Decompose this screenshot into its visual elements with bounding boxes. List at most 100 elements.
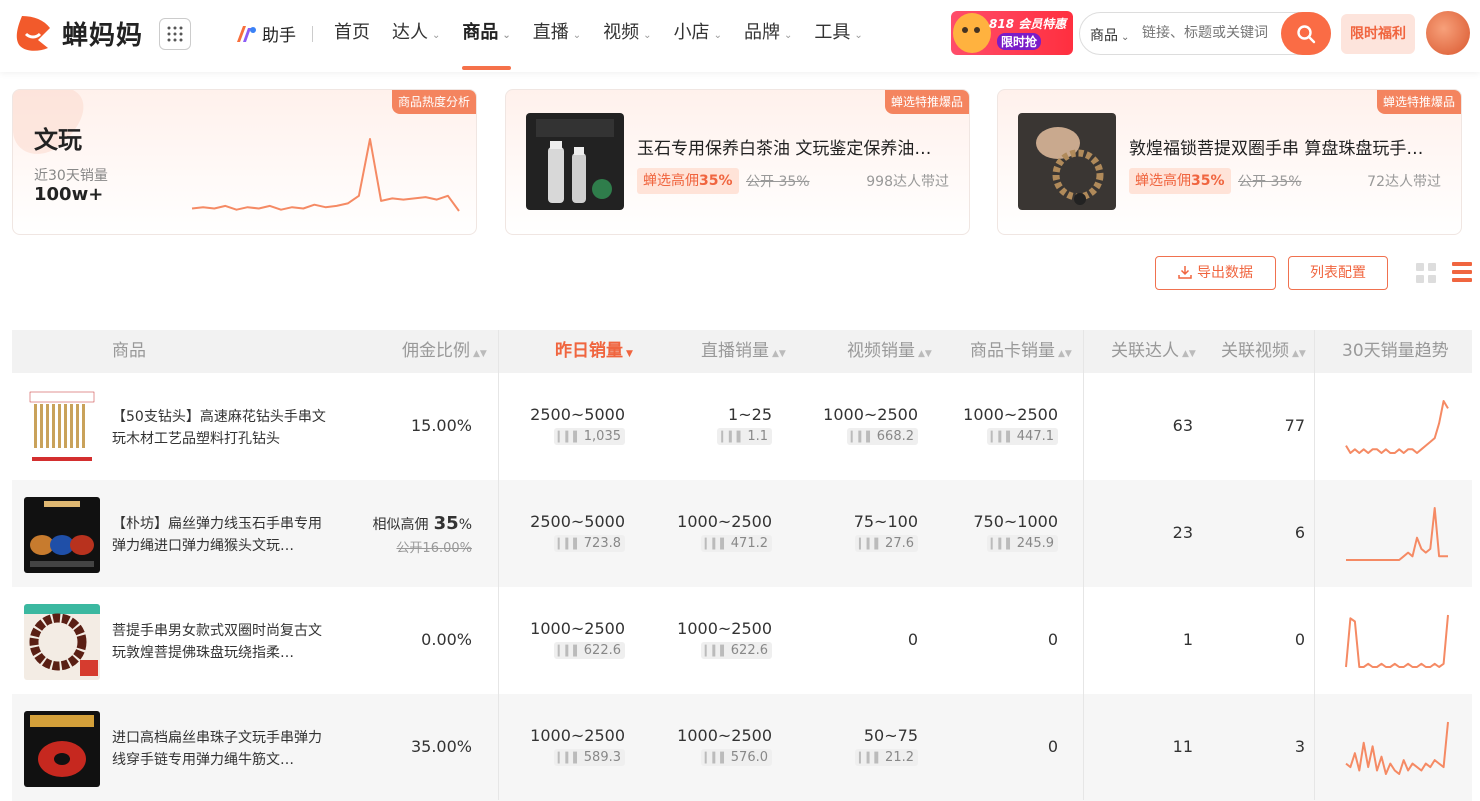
yesterday-sales: 2500~5000	[530, 512, 625, 531]
bar-chart-icon: ▎▍▌	[858, 753, 883, 764]
search-scope-select[interactable]: 商品 ⌄	[1090, 25, 1129, 45]
assistant-link[interactable]: 助手	[234, 21, 313, 46]
nav-influencers[interactable]: 达人 ⌄	[392, 0, 440, 72]
product-thumbnail	[24, 390, 100, 466]
product-thumbnail	[24, 497, 100, 573]
similar-commission-value: 35	[433, 513, 459, 534]
export-data-button[interactable]: 导出数据	[1155, 256, 1276, 290]
related-videos[interactable]: 3	[1295, 737, 1305, 756]
bar-chart-icon: ▎▍▌	[557, 432, 581, 443]
column-divider	[1083, 330, 1084, 800]
user-avatar[interactable]	[1426, 11, 1470, 55]
bodhi-beads-image-icon	[24, 604, 100, 680]
product-name[interactable]: 菩提手串男女款式双圈时尚复古文玩敦煌菩提佛珠盘玩绕指柔…	[112, 620, 330, 664]
col-yesterday-sales[interactable]: 昨日销量 ▼	[555, 330, 633, 373]
search-input[interactable]	[1142, 25, 1282, 41]
related-videos[interactable]: 0	[1295, 630, 1305, 649]
chevron-down-icon: ⌄	[1121, 32, 1130, 43]
nav-tools[interactable]: 工具 ⌄	[814, 0, 862, 72]
logo-mark-icon	[16, 16, 51, 51]
sort-icon: ▲▼	[1292, 349, 1306, 359]
live-sales: 1000~2500	[677, 619, 772, 638]
col-related-kols[interactable]: 关联达人 ▲▼	[1111, 330, 1196, 373]
col-video-sales[interactable]: 视频销量 ▲▼	[847, 330, 932, 373]
related-videos[interactable]: 77	[1285, 416, 1305, 435]
table-row[interactable]: 菩提手串男女款式双圈时尚复古文玩敦煌菩提佛珠盘玩绕指柔… 0.00% 1000~…	[12, 587, 1472, 694]
video-sales-avg-value: 668.2	[876, 429, 914, 444]
col-product: 商品	[112, 341, 146, 361]
bar-chart-icon: ▎▍▌	[704, 753, 728, 764]
product-title[interactable]: 玉石专用保养白茶油 文玩鉴定保养油…	[637, 134, 942, 159]
sort-icon: ▲▼	[918, 349, 932, 359]
card-sales-avg-value: 245.9	[1016, 536, 1054, 551]
grid-view-icon[interactable]	[1416, 263, 1436, 283]
card-sales-avg: ▎▍▌ 245.9	[986, 535, 1058, 552]
commission-rate: 相似高佣 35%	[373, 513, 472, 534]
product-name[interactable]: 【朴坊】扁丝弹力线玉石手串专用弹力绳进口弹力绳猴头文玩…	[112, 513, 330, 557]
limited-offer-button[interactable]: 限时福利	[1341, 14, 1415, 54]
col-commission[interactable]: 佣金比例 ▲▼	[402, 330, 487, 373]
product-name[interactable]: 【50支钻头】高速麻花钻头手串文玩木材工艺品塑料打孔钻头	[112, 406, 330, 450]
yesterday-sales-avg-value: 589.3	[583, 750, 621, 765]
table-row[interactable]: 进口高档扁丝串珠子文玩手串弹力线穿手链专用弹力绳牛筋文… 35.00% 1000…	[12, 694, 1472, 801]
nav-shops-label: 小店	[673, 22, 710, 43]
featured-product-card-2[interactable]: 蝉选特推爆品 敦煌福锁菩提双圈手串 算盘珠盘玩手… 蝉选高佣35% 公开 35%…	[997, 89, 1462, 235]
search-button[interactable]	[1281, 12, 1331, 55]
related-kols[interactable]: 63	[1173, 416, 1193, 435]
nav-shops[interactable]: 小店 ⌄	[674, 0, 722, 72]
related-kols[interactable]: 1	[1183, 630, 1193, 649]
card-sales: 1000~2500	[963, 405, 1058, 424]
related-kols[interactable]: 11	[1173, 737, 1193, 756]
featured-product-card-1[interactable]: 蝉选特推爆品 玉石专用保养白茶油 文玩鉴定保养油… 蝉选高佣35% 公开 35%…	[505, 89, 970, 235]
col-commission-label: 佣金比例	[402, 341, 470, 361]
nav-home[interactable]: 首页	[334, 0, 370, 72]
col-video-sales-label: 视频销量	[847, 341, 915, 361]
product-name[interactable]: 进口高档扁丝串珠子文玩手串弹力线穿手链专用弹力绳牛筋文…	[112, 727, 330, 771]
bar-chart-icon: ▎▍▌	[557, 646, 581, 657]
list-view-icon[interactable]	[1452, 262, 1472, 282]
sort-desc-icon: ▼	[626, 349, 633, 359]
yesterday-sales-avg: ▎▍▌ 1,035	[553, 428, 625, 445]
yesterday-sales-avg: ▎▍▌ 589.3	[553, 749, 625, 766]
assistant-label: 助手	[262, 26, 296, 46]
related-kols[interactable]: 23	[1173, 523, 1193, 542]
download-icon	[1178, 266, 1192, 279]
promo-line1: 818 会员特惠	[989, 17, 1067, 31]
nav-live-label: 直播	[532, 22, 569, 43]
nav-live[interactable]: 直播 ⌄	[533, 0, 581, 72]
chevron-down-icon: ⌄	[572, 30, 582, 41]
bar-chart-icon: ▎▍▌	[557, 753, 581, 764]
product-title[interactable]: 敦煌福锁菩提双圈手串 算盘珠盘玩手…	[1129, 134, 1434, 159]
card-sales: 0	[1047, 737, 1058, 756]
bar-chart-icon: ▎▍▌	[704, 646, 728, 657]
member-promo-banner[interactable]: 818 会员特惠 限时抢	[951, 11, 1073, 55]
table-row[interactable]: 【50支钻头】高速麻花钻头手串文玩木材工艺品塑料打孔钻头 15.00% 2500…	[12, 373, 1472, 480]
nav-video[interactable]: 视频 ⌄	[603, 0, 651, 72]
category-trend-card[interactable]: 商品热度分析 文玩 近30天销量 100w+	[12, 89, 477, 235]
yesterday-sales: 1000~2500	[530, 619, 625, 638]
apps-grid-button[interactable]	[159, 18, 191, 50]
bracelet-image-icon	[1018, 113, 1116, 210]
sales-trend-sparkline	[1346, 507, 1448, 561]
commission-rate: 15.00%	[410, 416, 472, 435]
column-config-button[interactable]: 列表配置	[1288, 256, 1388, 290]
promo-line2: 限时抢	[997, 33, 1042, 50]
live-sales-avg: ▎▍▌ 576.0	[700, 749, 772, 766]
card-decoration-icon	[13, 90, 84, 154]
col-card-sales[interactable]: 商品卡销量 ▲▼	[970, 330, 1072, 373]
nav-brands[interactable]: 品牌 ⌄	[744, 0, 792, 72]
badge-value: 35%	[699, 173, 733, 189]
bar-chart-icon: ▎▍▌	[721, 432, 745, 443]
col-yesterday-sales-label: 昨日销量	[555, 341, 623, 361]
video-sales: 75~100	[853, 512, 918, 531]
drill-bits-image-icon	[24, 390, 100, 466]
logo[interactable]: 蝉妈妈	[14, 12, 143, 54]
col-related-videos[interactable]: 关联视频 ▲▼	[1221, 330, 1306, 373]
public-commission: 公开 35%	[746, 174, 810, 190]
product-image	[1018, 113, 1116, 210]
nav-products[interactable]: 商品 ⌄	[462, 0, 512, 72]
col-live-sales[interactable]: 直播销量 ▲▼	[701, 330, 786, 373]
related-videos[interactable]: 6	[1295, 523, 1305, 542]
main-nav: 首页 达人 ⌄ 商品 ⌄ 直播 ⌄ 视频 ⌄ 小店 ⌄ 品牌 ⌄ 工具 ⌄	[334, 0, 885, 72]
table-row[interactable]: 【朴坊】扁丝弹力线玉石手串专用弹力绳进口弹力绳猴头文玩… 相似高佣 35% 公开…	[12, 480, 1472, 587]
